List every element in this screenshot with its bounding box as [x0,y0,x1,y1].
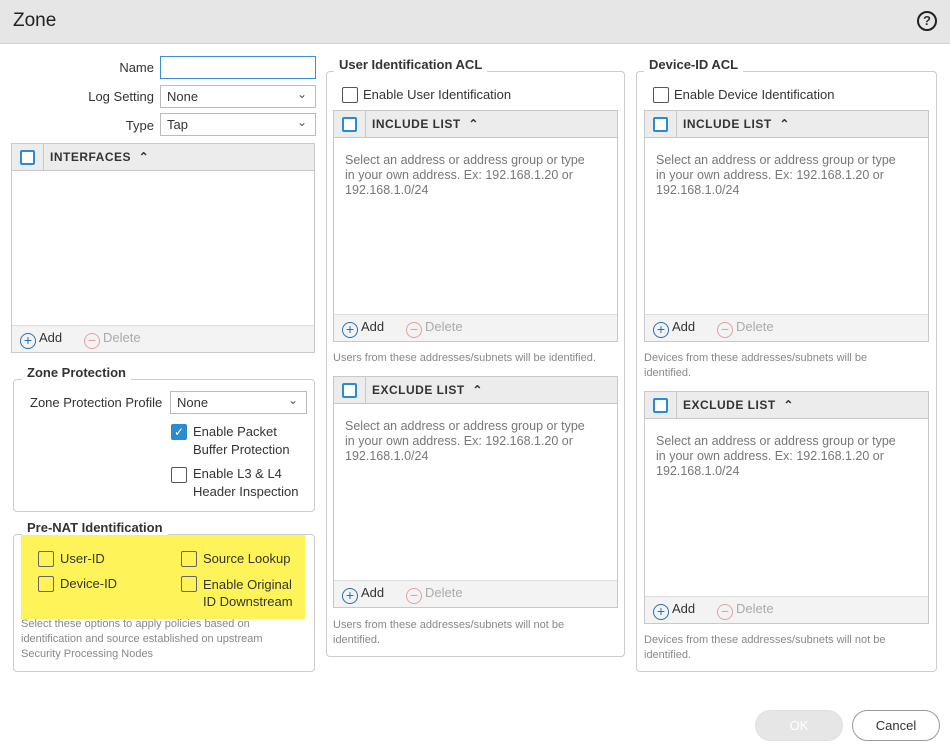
select-all-checkbox[interactable] [20,150,35,165]
add-button[interactable]: + Add [653,601,695,620]
zone-protection-profile-select[interactable]: None ⌄ [170,391,307,414]
exclude-list-header[interactable]: EXCLUDE LIST ⌃ [372,383,483,397]
exclude-note: Devices from these addresses/subnets wil… [644,634,886,661]
l3l4-label: Enable L3 & L4 Header Inspection [193,466,299,499]
address-placeholder[interactable]: Select an address or address group or ty… [345,419,607,464]
address-placeholder[interactable]: Select an address or address group or ty… [656,434,918,479]
ok-button[interactable]: OK [755,710,843,741]
cancel-button[interactable]: Cancel [852,710,940,741]
delete-button[interactable]: − Delete [406,319,463,338]
name-input[interactable] [160,56,316,79]
add-button[interactable]: + Add [653,319,695,338]
dialog-title: Zone [13,10,57,31]
user-id-checkbox[interactable] [38,551,54,567]
prenat-legend: Pre-NAT Identification [22,520,168,535]
chevron-down-icon: ⌄ [296,115,307,129]
log-setting-label: Log Setting [88,89,154,104]
prenat-help: Select these options to apply policies b… [21,618,263,660]
include-note: Devices from these addresses/subnets wil… [644,352,868,379]
dialog-header [0,0,950,44]
plus-icon: + [342,588,358,604]
device-id-checkbox[interactable] [38,576,54,592]
user-id-label: User-ID [60,551,105,566]
plus-icon: + [342,322,358,338]
source-lookup-label: Source Lookup [203,551,291,566]
address-placeholder[interactable]: Select an address or address group or ty… [656,153,918,198]
add-button[interactable]: + Add [342,319,384,338]
select-all-checkbox[interactable] [342,383,357,398]
user-exclude-table: EXCLUDE LIST ⌃ Select an address or addr… [333,376,618,608]
minus-icon: − [84,333,100,349]
include-list-header[interactable]: INCLUDE LIST ⌃ [372,117,479,131]
enable-device-id-label: Enable Device Identification [674,87,835,102]
source-lookup-checkbox[interactable] [181,551,197,567]
delete-button[interactable]: − Delete [717,319,774,338]
user-include-table: INCLUDE LIST ⌃ Select an address or addr… [333,110,618,342]
plus-icon: + [20,333,36,349]
user-acl-legend: User Identification ACL [334,57,488,72]
chevron-down-icon: ⌄ [296,87,307,101]
zone-protection-legend: Zone Protection [22,365,131,380]
device-exclude-table: EXCLUDE LIST ⌃ Select an address or addr… [644,391,929,624]
add-button[interactable]: + Add [342,585,384,604]
minus-icon: − [406,588,422,604]
type-select[interactable]: Tap ⌄ [160,113,316,136]
plus-icon: + [653,604,669,620]
enable-device-id-checkbox[interactable] [653,87,669,103]
device-acl-legend: Device-ID ACL [644,57,744,72]
interfaces-table: INTERFACES ⌃ + Add − Delete [11,143,315,353]
packet-buffer-checkbox[interactable]: ✓ [171,424,187,440]
chevron-down-icon: ⌄ [287,393,298,407]
minus-icon: − [717,604,733,620]
minus-icon: − [717,322,733,338]
delete-button[interactable]: − Delete [84,330,141,349]
device-id-label: Device-ID [60,576,118,591]
delete-button[interactable]: − Delete [406,585,463,604]
help-icon[interactable]: ? [917,11,937,31]
minus-icon: − [406,322,422,338]
interfaces-header[interactable]: INTERFACES ⌃ [50,150,149,164]
type-value: Tap [167,117,188,132]
exclude-note: Users from these addresses/subnets will … [333,619,565,646]
zone-protection-profile-label: Zone Protection Profile [30,395,163,410]
device-include-table: INCLUDE LIST ⌃ Select an address or addr… [644,110,929,342]
log-setting-value: None [167,89,199,104]
name-label: Name [119,60,154,75]
address-placeholder[interactable]: Select an address or address group or ty… [345,153,607,198]
enable-user-id-label: Enable User Identification [363,87,512,102]
log-setting-select[interactable]: None ⌄ [160,85,316,108]
plus-icon: + [653,322,669,338]
include-note: Users from these addresses/subnets will … [333,352,596,364]
select-all-checkbox[interactable] [653,398,668,413]
add-button[interactable]: + Add [20,330,62,349]
original-id-label: Enable Original ID Downstream [203,577,293,609]
l3l4-checkbox[interactable] [171,467,187,483]
delete-button[interactable]: − Delete [717,601,774,620]
select-all-checkbox[interactable] [653,117,668,132]
exclude-list-header[interactable]: EXCLUDE LIST ⌃ [683,398,794,412]
enable-user-id-checkbox[interactable] [342,87,358,103]
include-list-header[interactable]: INCLUDE LIST ⌃ [683,117,790,131]
type-label: Type [125,118,154,133]
select-all-checkbox[interactable] [342,117,357,132]
packet-buffer-label: Enable Packet Buffer Protection [193,424,290,457]
original-id-checkbox[interactable] [181,576,197,592]
